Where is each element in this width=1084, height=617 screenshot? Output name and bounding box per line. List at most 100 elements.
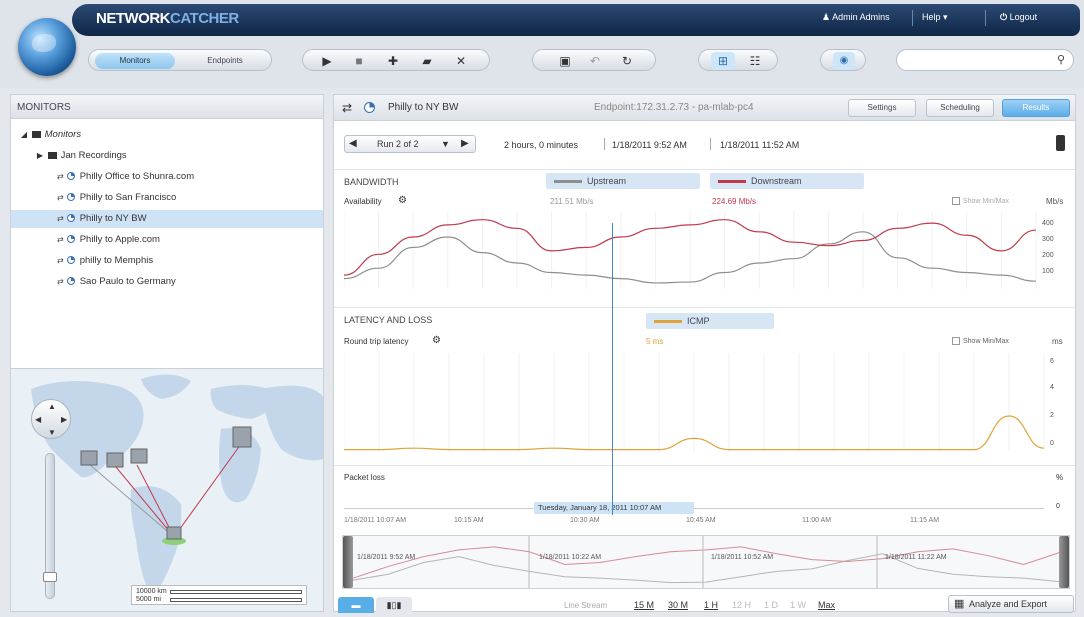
trash-icon[interactable] <box>1056 135 1065 151</box>
separator <box>912 10 913 26</box>
run-selector[interactable]: ◀ Run 2 of 2 ▼ ▶ <box>344 135 476 153</box>
legend-swatch <box>654 320 682 324</box>
unit-label: % <box>1056 473 1064 482</box>
tree-item[interactable]: ⇄ Sao Paulo to Germany <box>11 273 323 291</box>
chevron-down-icon: ▾ <box>943 12 948 22</box>
range-1w[interactable]: 1 W <box>790 600 806 610</box>
map-pan-control[interactable]: ▲ ▼ ◀ ▶ <box>31 399 71 439</box>
collapse-icon[interactable]: ▶ <box>35 147 45 165</box>
help-menu[interactable]: Help ▾ <box>922 12 948 23</box>
y-tick-label: 0 <box>1050 440 1054 447</box>
undo-icon[interactable]: ↶ <box>585 52 605 70</box>
divider <box>334 307 1075 308</box>
search-input[interactable]: ⚲ <box>896 49 1074 71</box>
overview-time-label: 1/18/2011 9:52 AM <box>357 554 416 561</box>
zoom-slider-handle[interactable] <box>43 572 57 582</box>
y-tick-label: 100 <box>1042 268 1054 275</box>
list-view-icon[interactable]: ☷ <box>745 52 765 70</box>
pan-right-icon[interactable]: ▶ <box>61 415 67 424</box>
overview-series-downstream <box>352 546 1060 579</box>
logout-label: Logout <box>1009 12 1038 22</box>
overview-chart <box>352 536 1060 588</box>
world-map-icon: ◉ <box>833 52 855 70</box>
pie-status-icon <box>66 277 75 286</box>
bar-chart-tab[interactable]: ▮▯▮ <box>376 597 412 613</box>
sync-icon: ⇄ <box>57 277 64 286</box>
sync-icon[interactable]: ⇄ <box>342 101 352 115</box>
time-tick: 10:45 AM <box>686 517 716 524</box>
app-logo-text: NETWORKCATCHER <box>96 10 239 27</box>
range-max[interactable]: Max <box>818 600 835 610</box>
range-30m[interactable]: 30 M <box>668 600 688 610</box>
monitor-controls: ▶ ■ ✚ ▰ ✕ <box>302 49 490 71</box>
pan-up-icon[interactable]: ▲ <box>48 402 56 411</box>
range-12h[interactable]: 12 H <box>732 600 751 610</box>
expand-icon[interactable]: ◢ <box>19 126 29 144</box>
user-menu[interactable]: ♟ Admin Admins <box>822 12 890 23</box>
sync-icon: ⇄ <box>57 235 64 244</box>
range-15m[interactable]: 15 M <box>634 600 654 610</box>
range-1d[interactable]: 1 D <box>764 600 778 610</box>
legend-upstream[interactable]: Upstream <box>546 173 700 189</box>
tree-item[interactable]: ⇄ Philly to Apple.com <box>11 231 323 249</box>
checkbox[interactable] <box>952 197 960 205</box>
scheduling-button[interactable]: Scheduling <box>926 99 994 117</box>
latency-chart[interactable]: 6 4 2 0 <box>344 353 1072 451</box>
pan-left-icon[interactable]: ◀ <box>35 415 41 424</box>
folder-icon <box>47 151 57 159</box>
run-end: 1/18/2011 11:52 AM <box>720 140 800 150</box>
endpoint-label: Endpoint:172.31.2.73 - pa-mlab-pc4 <box>594 102 754 113</box>
logout-button[interactable]: ⏻ Logout <box>1000 12 1037 23</box>
legend-downstream[interactable]: Downstream <box>710 173 864 189</box>
settings-button[interactable]: Settings <box>848 99 916 117</box>
monitors-panel-title: MONITORS <box>11 95 323 119</box>
world-map[interactable]: ▲ ▼ ◀ ▶ 10000 km 5000 mi <box>10 368 324 612</box>
tile-view-icon[interactable]: ⊞ <box>711 52 735 70</box>
checkbox[interactable] <box>952 337 960 345</box>
tab-monitors[interactable]: Monitors <box>95 53 175 69</box>
bandwidth-chart[interactable]: 400 300 200 100 <box>344 211 1072 289</box>
overview-navigator[interactable]: 1/18/2011 9:52 AM 1/18/2011 10:22 AM 1/1… <box>342 535 1070 589</box>
sync-icon: ⇄ <box>57 214 64 223</box>
tree-item-selected[interactable]: ⇄ Philly to NY BW <box>11 210 323 228</box>
packet-loss-chart[interactable] <box>344 485 1044 509</box>
tree-item[interactable]: ⇄ philly to Memphis <box>11 252 323 270</box>
legend-swatch <box>554 180 582 184</box>
pan-down-icon[interactable]: ▼ <box>48 428 56 437</box>
run-start: 1/18/2011 9:52 AM <box>612 140 687 150</box>
hover-tooltip: Tuesday, January 18, 2011 10:07 AM <box>534 502 694 514</box>
range-1h[interactable]: 1 H <box>704 600 718 610</box>
save-icon[interactable]: ▣ <box>555 52 575 70</box>
legend-label: Downstream <box>751 176 802 186</box>
chevron-down-icon[interactable]: ▼ <box>441 139 450 149</box>
results-button[interactable]: Results <box>1002 99 1070 117</box>
show-minmax-toggle[interactable]: Show Min/Max <box>952 197 1009 205</box>
tab-endpoints[interactable]: Endpoints <box>185 53 265 69</box>
map-toggle[interactable]: ◉ <box>820 49 866 71</box>
play-icon[interactable]: ▶ <box>317 52 337 70</box>
show-minmax-toggle[interactable]: Show Min/Max <box>952 337 1009 345</box>
next-run-icon[interactable]: ▶ <box>461 138 469 149</box>
gear-icon[interactable]: ⚙ <box>432 335 441 346</box>
overview-time-label: 1/18/2011 11:22 AM <box>885 554 947 561</box>
delete-icon[interactable]: ✕ <box>451 52 471 70</box>
time-tick: 10:30 AM <box>570 517 600 524</box>
range-handle-right[interactable] <box>1059 536 1069 588</box>
legend-label: Upstream <box>587 176 627 186</box>
range-handle-left[interactable] <box>343 536 353 588</box>
zoom-slider[interactable] <box>43 453 57 599</box>
add-icon[interactable]: ✚ <box>383 52 403 70</box>
tree-root[interactable]: ◢ Monitors <box>11 126 323 144</box>
gear-icon[interactable]: ⚙ <box>398 195 407 206</box>
previous-run-icon[interactable]: ◀ <box>349 138 357 149</box>
line-chart-tab[interactable]: ▬ <box>338 597 374 613</box>
scale-mi: 5000 mi <box>136 596 161 603</box>
tree-item[interactable]: ⇄ Philly Office to Shunra.com <box>11 168 323 186</box>
analyze-export-button[interactable]: ▦ Analyze and Export <box>948 595 1074 613</box>
tree-item[interactable]: ⇄ Philly to San Francisco <box>11 189 323 207</box>
folder-move-icon[interactable]: ▰ <box>417 52 437 70</box>
legend-icmp[interactable]: ICMP <box>646 313 774 329</box>
refresh-icon[interactable]: ↻ <box>617 52 637 70</box>
tree-folder[interactable]: ▶ Jan Recordings <box>11 147 323 165</box>
stop-icon[interactable]: ■ <box>349 52 369 70</box>
